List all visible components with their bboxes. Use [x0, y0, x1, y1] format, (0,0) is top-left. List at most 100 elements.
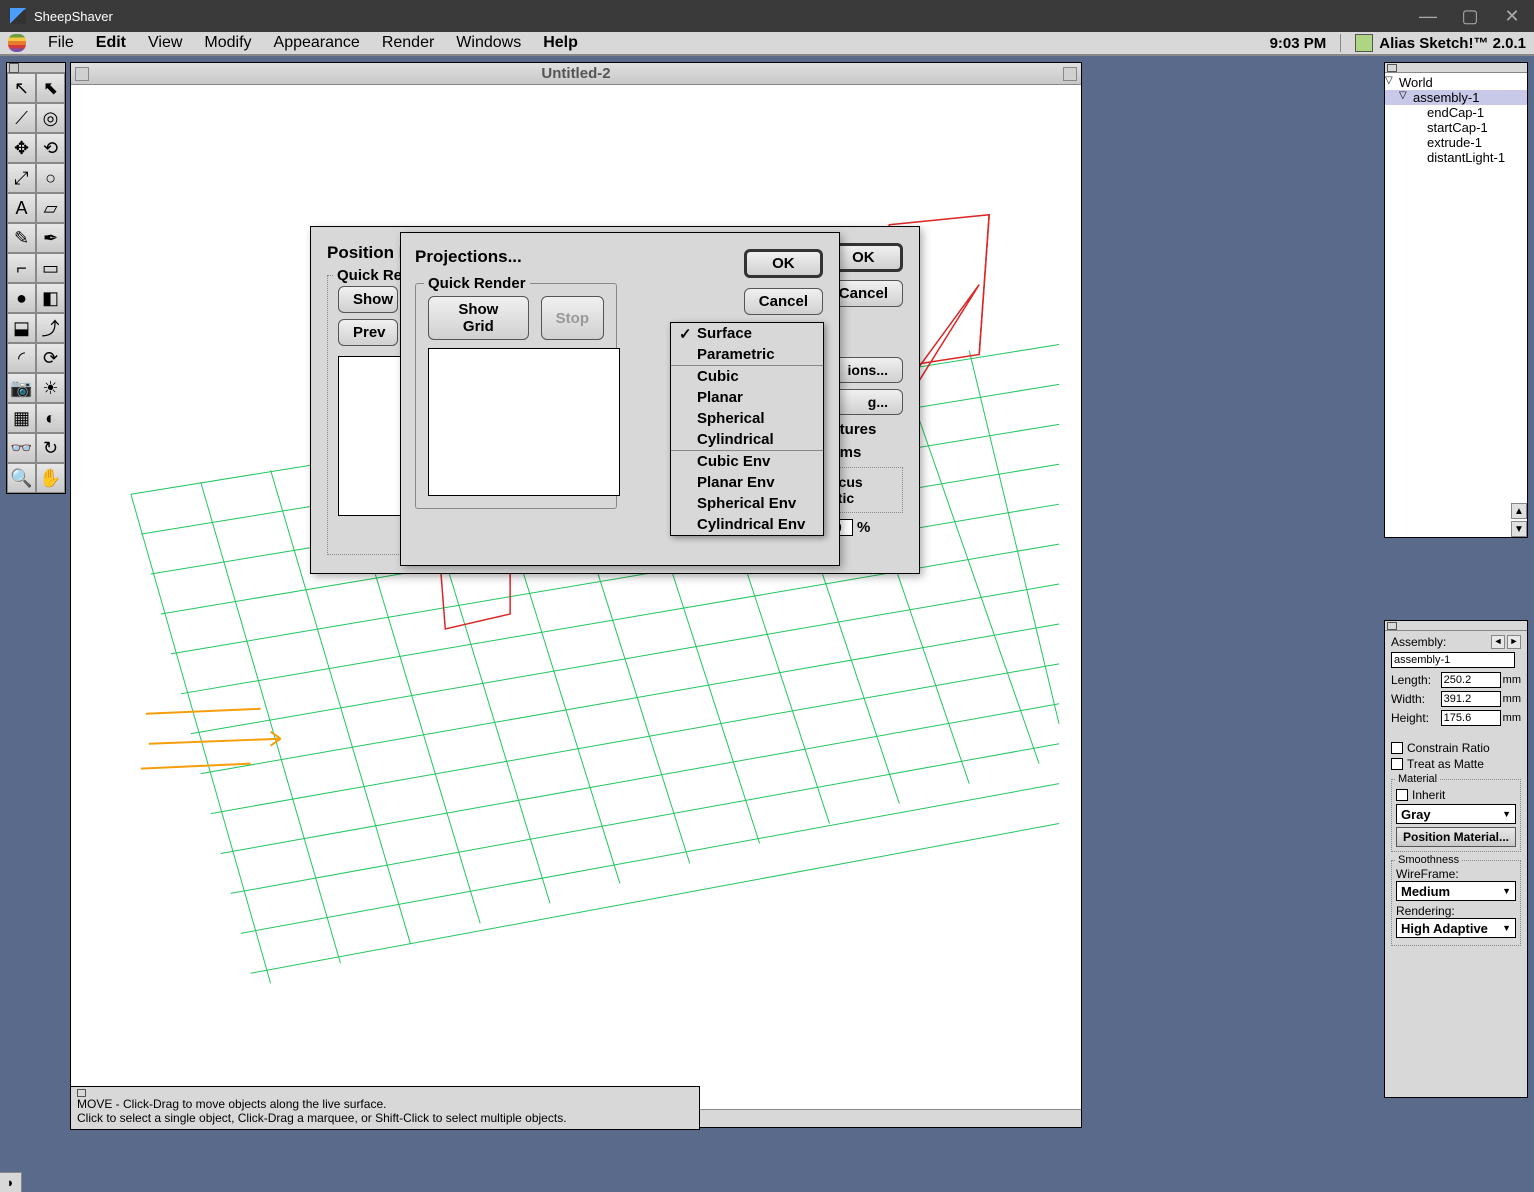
world-endcap-1[interactable]: endCap-1 [1385, 105, 1527, 120]
wireframe-select[interactable]: Medium [1396, 881, 1516, 901]
refresh-icon[interactable]: ↻ [36, 433, 65, 463]
move-icon[interactable]: ✥ [7, 133, 36, 163]
app-name: Alias Sketch!™ 2.0.1 [1379, 35, 1526, 52]
width-input[interactable] [1441, 691, 1501, 707]
os-titlebar: SheepShaver — ▢ ✕ [0, 0, 1534, 32]
menu-planar-env[interactable]: Planar Env [671, 472, 823, 493]
menu-spherical[interactable]: Spherical [671, 408, 823, 429]
cube-icon[interactable]: ◧ [36, 283, 65, 313]
menu-spherical-env[interactable]: Spherical Env [671, 493, 823, 514]
assembly-prev-icon[interactable]: ◄ [1491, 635, 1505, 649]
wireframe-label: WireFrame: [1396, 867, 1459, 881]
wireframe-value: Medium [1401, 884, 1450, 899]
menu-edit[interactable]: Edit [96, 34, 126, 52]
treat-matte-check[interactable]: Treat as Matte [1391, 757, 1521, 771]
canvas-window: Untitled-2 [70, 62, 1082, 1128]
render-icon[interactable]: ▦ [7, 403, 36, 433]
sweep-icon[interactable]: ⤴ [36, 313, 65, 343]
matte-label: Treat as Matte [1407, 757, 1484, 771]
lasso-icon[interactable]: ⟋ [7, 103, 36, 133]
menu-windows[interactable]: Windows [456, 34, 521, 52]
os-title: SheepShaver [34, 9, 113, 24]
assembly-label: Assembly: [1391, 635, 1446, 649]
menu-render[interactable]: Render [382, 34, 434, 52]
show-grid-button[interactable]: Show Grid [428, 296, 529, 340]
minimize-button[interactable]: — [1416, 6, 1440, 27]
revolve-icon[interactable]: ⟳ [36, 343, 65, 373]
light-icon[interactable]: ☀ [36, 373, 65, 403]
menu-cylindrical[interactable]: Cylindrical [671, 429, 823, 450]
inherit-check[interactable]: Inherit [1396, 788, 1516, 802]
material-select[interactable]: Gray [1396, 804, 1516, 824]
back-prev-button[interactable]: Prev [338, 319, 398, 346]
skin-icon[interactable]: ◜ [7, 343, 36, 373]
props-panel-handle[interactable] [1385, 621, 1527, 631]
world-scroll-down-icon[interactable]: ▼ [1511, 521, 1527, 537]
menu-appearance[interactable]: Appearance [274, 34, 360, 52]
circle-tool-icon[interactable]: ○ [36, 163, 65, 193]
world-root[interactable]: World [1385, 75, 1527, 90]
menu-planar[interactable]: Planar [671, 387, 823, 408]
constrain-ratio-check[interactable]: Constrain Ratio [1391, 741, 1521, 755]
maximize-button[interactable]: ▢ [1458, 6, 1482, 27]
menu-cylindrical-env[interactable]: Cylindrical Env [671, 514, 823, 535]
apple-menu-icon[interactable] [8, 34, 26, 52]
target-icon[interactable]: ◎ [36, 103, 65, 133]
text-icon[interactable]: A [7, 193, 36, 223]
material-icon[interactable]: ◐ [36, 403, 65, 433]
world-assembly-1[interactable]: assembly-1 [1385, 90, 1527, 105]
rect-icon[interactable]: ▭ [36, 253, 65, 283]
world-panel-handle[interactable] [1385, 63, 1527, 73]
pencil-icon[interactable]: ✎ [7, 223, 36, 253]
extrude-icon[interactable]: ⬓ [7, 313, 36, 343]
menu-view[interactable]: View [148, 34, 182, 52]
status-bar: MOVE - Click-Drag to move objects along … [70, 1086, 700, 1130]
menu-cubic-env[interactable]: Cubic Env [671, 451, 823, 472]
length-input[interactable] [1441, 672, 1501, 688]
menu-file[interactable]: File [48, 34, 74, 52]
smoothness-section-label: Smoothness [1396, 854, 1461, 866]
tool-palette: ↖⬉ ⟋◎ ✥⟲ ⤢○ A▱ ✎✒ ⌐▭ ●◧ ⬓⤴ ◜⟳ 📷☀ ▦◐ 👓↻ 🔍… [6, 62, 66, 494]
arrow-icon[interactable]: ↖ [7, 73, 36, 103]
pen-icon[interactable]: ✒ [36, 223, 65, 253]
menu-cubic[interactable]: Cubic [671, 366, 823, 387]
zoom-icon[interactable]: 🔍 [7, 463, 36, 493]
app-menu[interactable]: Alias Sketch!™ 2.0.1 [1355, 34, 1526, 52]
hand-icon[interactable]: ✋ [36, 463, 65, 493]
height-input[interactable] [1441, 710, 1501, 726]
close-button[interactable]: ✕ [1500, 6, 1524, 27]
corner-icon[interactable]: ⌐ [7, 253, 36, 283]
scale-icon[interactable]: ⤢ [7, 163, 36, 193]
world-extrude-1[interactable]: extrude-1 [1385, 135, 1527, 150]
finder-corner-icon[interactable]: ◗ [0, 1172, 22, 1192]
menu-surface[interactable]: Surface [671, 323, 823, 344]
assembly-next-icon[interactable]: ► [1507, 635, 1521, 649]
world-distantlight-1[interactable]: distantLight-1 [1385, 150, 1527, 165]
camera-icon[interactable]: 📷 [7, 373, 36, 403]
menu-help[interactable]: Help [543, 34, 578, 52]
rotate-icon[interactable]: ⟲ [36, 133, 65, 163]
plane-icon[interactable]: ▱ [36, 193, 65, 223]
matte-checkbox-icon [1391, 758, 1403, 770]
glasses-icon[interactable]: 👓 [7, 433, 36, 463]
canvas-titlebar[interactable]: Untitled-2 [71, 63, 1081, 85]
world-scroll-up-icon[interactable]: ▲ [1511, 503, 1527, 519]
position-material-button[interactable]: Position Material... [1396, 827, 1516, 847]
material-section-label: Material [1396, 773, 1439, 785]
sphere-icon[interactable]: ● [7, 283, 36, 313]
inherit-checkbox-icon [1396, 789, 1408, 801]
menu-modify[interactable]: Modify [204, 34, 251, 52]
arrow-outline-icon[interactable]: ⬉ [36, 73, 65, 103]
quick-render-label: Quick Render [424, 275, 530, 292]
back-show-button[interactable]: Show [338, 286, 398, 313]
rendering-select[interactable]: High Adaptive [1396, 918, 1516, 938]
world-startcap-1[interactable]: startCap-1 [1385, 120, 1527, 135]
status-handle[interactable] [77, 1089, 693, 1097]
length-unit: mm [1503, 674, 1521, 686]
assembly-name-input[interactable] [1391, 652, 1515, 668]
palette-drag-handle[interactable] [7, 63, 65, 73]
projections-cancel-button[interactable]: Cancel [744, 288, 823, 315]
stop-button[interactable]: Stop [541, 296, 604, 340]
menu-parametric[interactable]: Parametric [671, 344, 823, 365]
projections-ok-button[interactable]: OK [744, 249, 823, 278]
